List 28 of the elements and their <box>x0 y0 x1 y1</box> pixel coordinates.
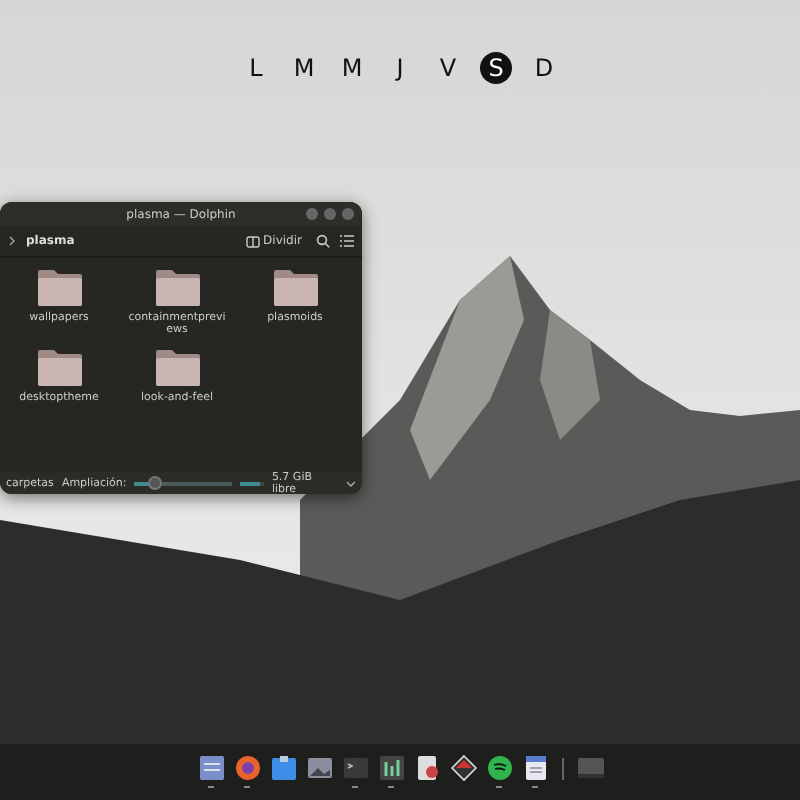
split-view-icon <box>245 235 260 247</box>
photos-app-icon[interactable] <box>305 754 333 782</box>
chevron-right-icon[interactable] <box>8 236 16 246</box>
minimize-icon[interactable] <box>306 208 318 220</box>
menu-icon[interactable] <box>340 234 354 248</box>
chevron-down-icon[interactable] <box>346 479 356 487</box>
notes-app-icon[interactable] <box>521 754 549 782</box>
weekday-label[interactable]: D <box>528 52 560 84</box>
files-app-icon[interactable] <box>269 754 297 782</box>
folder-icon[interactable] <box>155 270 199 306</box>
weekday-label[interactable]: V <box>432 52 464 84</box>
weekday-label[interactable]: J <box>384 52 416 84</box>
folder-icon[interactable] <box>273 270 317 306</box>
mixer-app-icon[interactable] <box>377 754 405 782</box>
vector-app-icon[interactable] <box>449 754 477 782</box>
weekday-label[interactable]: M <box>336 52 368 84</box>
search-icon[interactable] <box>316 234 330 248</box>
music-app-icon[interactable] <box>485 754 513 782</box>
weekday-label[interactable]: L <box>240 52 272 84</box>
weekday-label[interactable]: M <box>288 52 320 84</box>
browser-app-icon[interactable] <box>233 754 261 782</box>
close-icon[interactable] <box>342 208 354 220</box>
folder-icon[interactable] <box>37 350 81 386</box>
folder-icon[interactable] <box>37 270 81 306</box>
launcher-app-icon[interactable] <box>197 754 225 782</box>
slider-thumb[interactable] <box>148 475 163 489</box>
maximize-icon[interactable] <box>324 208 336 220</box>
folder-icon[interactable] <box>155 350 199 386</box>
